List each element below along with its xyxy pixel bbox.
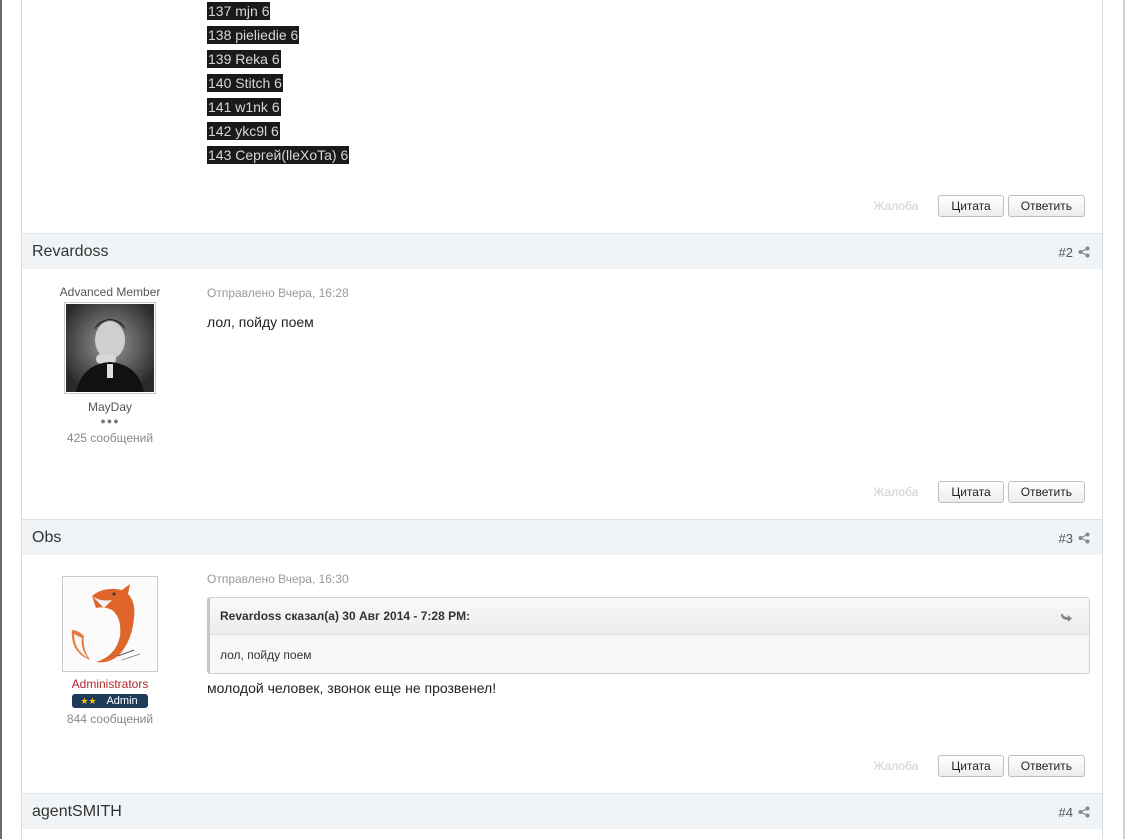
share-icon[interactable] — [1078, 246, 1090, 258]
post-number-link[interactable]: #3 — [1059, 531, 1073, 546]
report-link[interactable]: Жалоба — [873, 199, 918, 213]
share-icon[interactable] — [1078, 806, 1090, 818]
spoiler-line: 143 Сергей(lleXoTa) 6 — [207, 146, 350, 164]
reply-button[interactable]: Ответить — [1007, 480, 1085, 503]
star-icon: ★★ — [80, 696, 97, 706]
post-header: Obs #3 — [22, 519, 1102, 555]
quote-header: Revardoss сказал(а) 30 Авг 2014 - 7:28 P… — [210, 598, 1089, 635]
post-body: молодой человек, звонок еще не прозвенел… — [207, 680, 497, 696]
spoiler-line: 137 mjn 6 — [207, 2, 271, 20]
report-link[interactable]: Жалоба — [873, 759, 918, 773]
fox-avatar-image — [64, 578, 156, 670]
reply-button[interactable]: Ответить — [1007, 194, 1085, 217]
spoiler-list: 137 mjn 6 138 pieliedie 6 139 Reka 6 140… — [207, 2, 350, 170]
post-author[interactable]: agentSMITH — [32, 803, 122, 821]
avatar[interactable] — [64, 302, 156, 394]
avatar-photo — [66, 304, 154, 392]
user-info: Advanced Member MayDay ●●● 425 сообщений — [22, 285, 198, 445]
post-actions: Жалоба Цитата Ответить — [873, 194, 1085, 217]
post-count: 425 сообщений — [66, 431, 154, 445]
quote-button[interactable]: Цитата — [938, 480, 1004, 503]
post-header: Revardoss #2 — [22, 233, 1102, 269]
quote-citation: Revardoss сказал(а) 30 Авг 2014 - 7:28 P… — [220, 609, 471, 623]
post-date: Отправлено Вчера, 16:30 — [207, 572, 349, 586]
spoiler-line: 138 pieliedie 6 — [207, 26, 300, 44]
admin-badge: ★★ Admin — [72, 694, 148, 708]
rank-pips: ●●● — [100, 416, 120, 426]
post-body: лол, пойду поем — [207, 314, 314, 330]
quote-button[interactable]: Цитата — [938, 194, 1004, 217]
share-icon[interactable] — [1078, 532, 1090, 544]
report-link[interactable]: Жалоба — [873, 485, 918, 499]
user-info: Administrators ★★ Admin 844 сообщений — [22, 573, 198, 726]
post-actions: Жалоба Цитата Ответить — [873, 754, 1085, 777]
post-header: agentSMITH #4 — [22, 793, 1102, 829]
user-title: Advanced Member — [59, 285, 161, 299]
post-count: 844 сообщений — [66, 712, 154, 726]
quote-arrow-icon[interactable] — [1059, 610, 1073, 622]
post-author[interactable]: Obs — [32, 529, 61, 547]
quote-block: Revardoss сказал(а) 30 Авг 2014 - 7:28 P… — [207, 597, 1090, 674]
quote-button[interactable]: Цитата — [938, 754, 1004, 777]
spoiler-line: 141 w1nk 6 — [207, 98, 281, 116]
quote-text: лол, пойду поем — [220, 648, 312, 662]
post-author[interactable]: Revardoss — [32, 243, 108, 261]
post-number-link[interactable]: #4 — [1059, 805, 1073, 820]
reply-button[interactable]: Ответить — [1007, 754, 1085, 777]
username[interactable]: MayDay — [22, 400, 198, 414]
user-group: Administrators — [71, 677, 149, 691]
post-actions: Жалоба Цитата Ответить — [873, 480, 1085, 503]
badge-label: Admin — [106, 695, 138, 707]
post-date: Отправлено Вчера, 16:28 — [207, 286, 349, 300]
post-number-link[interactable]: #2 — [1059, 245, 1073, 260]
spoiler-line: 139 Reka 6 — [207, 50, 281, 68]
avatar[interactable] — [62, 576, 158, 672]
spoiler-line: 142 ykc9l 6 — [207, 122, 280, 140]
spoiler-line: 140 Stitch 6 — [207, 74, 283, 92]
